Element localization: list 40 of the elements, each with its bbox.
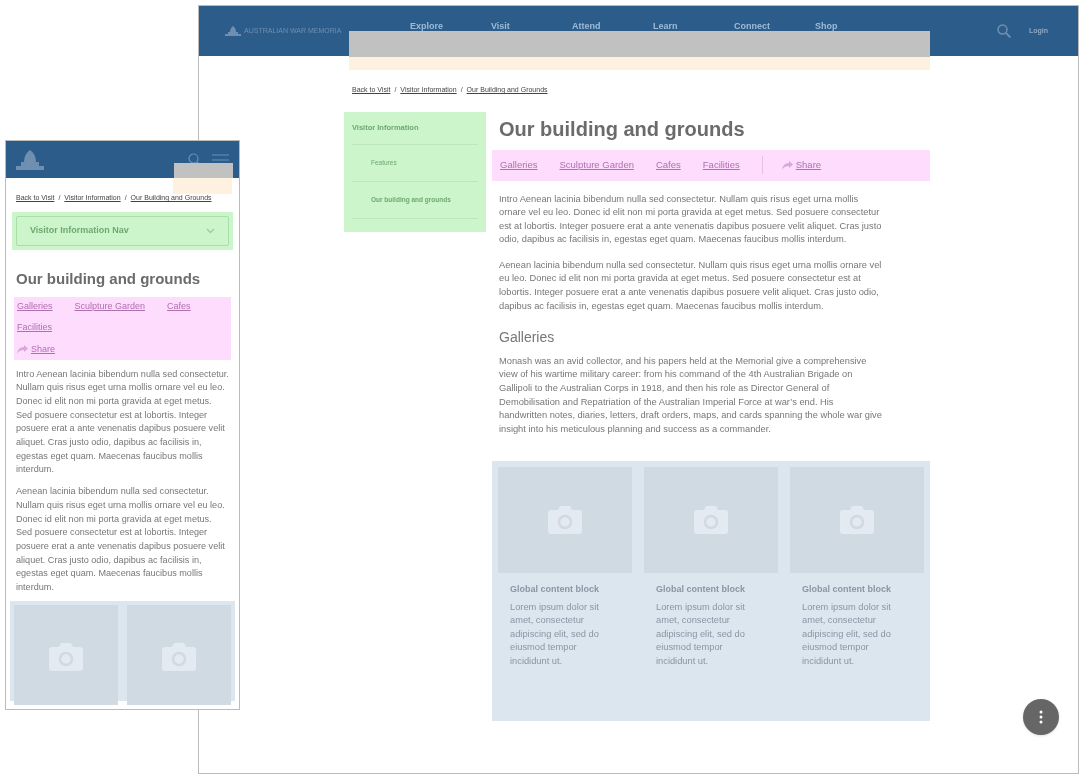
card-title: Global content block	[802, 583, 892, 597]
nav-link[interactable]: Connect	[734, 20, 815, 34]
anchor-link[interactable]: Facilities	[702, 157, 740, 173]
anchor-link[interactable]: Sculpture Garden	[559, 157, 634, 173]
overlay-bar	[174, 163, 233, 178]
nav-link[interactable]: Visit	[491, 20, 572, 34]
search-icon	[996, 24, 1011, 38]
vertical-dots-icon	[1039, 710, 1043, 724]
body-paragraph: Intro Aenean lacinia bibendum nulla sed consectetur. Nullam quis risus eget urna mollis ornare vel eu leo. Donec id elit non mi porta gravida at eget metus. Sed posuere consectetur est at lobortis. Integer posuere erat a ante venenatis dapibus posuere velit aliquet. Cras justo odio, dapibus ac facilisis in, egestas eget quam. Maecenas faucibus mollis interdum.	[499, 192, 883, 247]
body-paragraph: Aenean lacinia bibendum nulla sed consectetur. Nullam quis risus eget urna mollis ornare vel eu leo. Donec id elit non mi porta gravida at eget metus. Sed posuere consectetur est at lobortis. Integer posuere erat a ante venenatis dapibus posuere velit aliquet. Cras justo odio, dapibus ac facilisis in, egestas eget quam. Maecenas faucibus mollis interdum.	[499, 258, 883, 313]
card-text: Lorem ipsum dolor sit amet, consectetur adipiscing elit, sed do eiusmod tempor incididunt ut.	[656, 600, 746, 668]
nav-link[interactable]: Learn	[653, 20, 734, 34]
anchor-link[interactable]: Galleries	[17, 300, 53, 314]
section-nav-dropdown[interactable]: Visitor Information Nav	[16, 215, 229, 246]
memorial-logo-icon	[16, 149, 44, 170]
share-arrow-icon	[17, 345, 28, 355]
section-paragraph: Monash was an avid collector, and his papers held at the Memorial give a comprehensive view of his wartime military career: from his command of the 4th Australian Brigade on Gallipoli to the Australian Corps in 1918, and then his role as Director General of Demobilisation and Repatriation of the Australian Imperial Force at war’s end. His handwritten notes, diaries, letters, draft orders, maps, and cards spanning the whole war give insight into his meticulous planning and success as a commander.	[499, 354, 883, 436]
nav-link[interactable]: Attend	[572, 20, 653, 34]
nav-link[interactable]: Shop	[815, 20, 896, 34]
card-title: Global content block	[656, 583, 746, 597]
chevron-down-icon	[206, 227, 215, 234]
share-link[interactable]: Share	[17, 343, 56, 357]
anchor-link[interactable]: Cafes	[655, 157, 681, 173]
body-paragraph: Aenean lacinia bibendum nulla sed consectetur. Nullam quis risus eget urna mollis ornare vel eu leo. Donec id elit non mi porta gravida at eget metus. Sed posuere consectetur est at lobortis. Integer posuere erat a ante venenatis dapibus posuere velit aliquet. Cras justo odio, dapibus ac facilisis in, egestas eget quam. Maecenas faucibus mollis interdum.	[16, 485, 226, 595]
notice-bar	[173, 178, 232, 194]
share-link[interactable]: Share	[781, 157, 822, 173]
memorial-logo-icon	[225, 26, 241, 36]
share-arrow-icon	[781, 160, 793, 170]
card-title: Global content block	[510, 583, 600, 597]
section-heading: Galleries	[499, 331, 556, 345]
anchor-link[interactable]: Facilities	[17, 320, 52, 334]
anchor-link[interactable]: Sculpture Garden	[74, 300, 146, 314]
page-title: Our building and grounds	[15, 268, 202, 289]
card-text: Lorem ipsum dolor sit amet, consectetur adipiscing elit, sed do eiusmod tempor incididunt ut.	[510, 600, 600, 668]
nav-link[interactable]: Explore	[410, 20, 491, 34]
card-text: Lorem ipsum dolor sit amet, consectetur adipiscing elit, sed do eiusmod tempor incididunt ut.	[802, 600, 892, 668]
anchor-link[interactable]: Galleries	[500, 157, 538, 173]
page-title: Our building and grounds	[499, 116, 746, 142]
anchor-link[interactable]: Cafes	[167, 300, 191, 314]
body-paragraph: Intro Aenean lacinia bibendum nulla sed consectetur. Nullam quis risus eget urna mollis ornare vel eu leo. Donec id elit non mi porta gravida at eget metus. Sed posuere consectetur est at lobortis. Integer posuere erat a ante venenatis dapibus posuere velit aliquet. Cras justo odio, dapibus ac facilisis in, egestas eget quam. Maecenas faucibus mollis interdum.	[16, 367, 229, 477]
